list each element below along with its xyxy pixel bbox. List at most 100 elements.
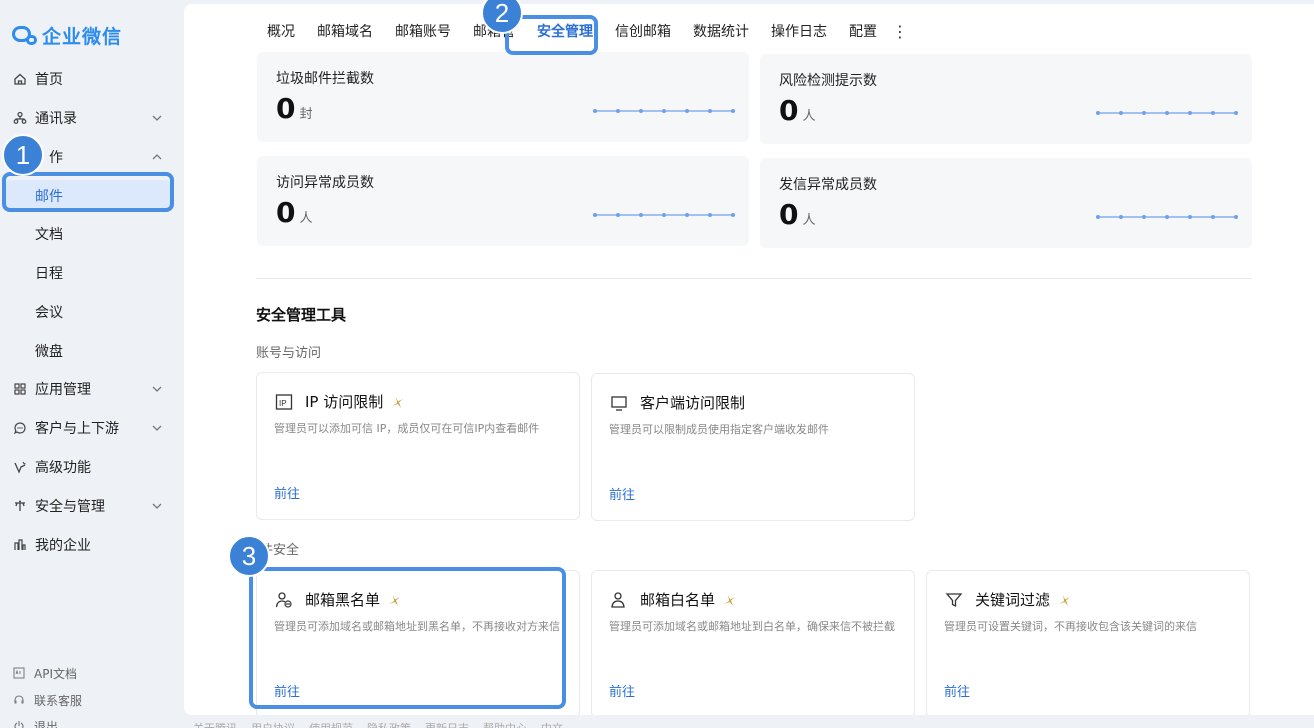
- filter-icon: [944, 590, 964, 610]
- stat-number: 0: [779, 94, 799, 127]
- sidebar-item-label: 通讯录: [35, 111, 77, 127]
- sparkline-point: [1096, 111, 1100, 115]
- sidebar-item-apps[interactable]: 应用管理: [12, 374, 172, 404]
- tab-accounts[interactable]: 邮箱账号: [384, 16, 462, 46]
- tool-description: 管理员可以添加可信 IP，成员仅可在可信IP内查看邮件: [274, 422, 540, 435]
- sparkline: [1096, 215, 1238, 219]
- stat-title: 垃圾邮件拦截数: [276, 71, 374, 87]
- sidebar-subitem-docs[interactable]: 文档: [6, 218, 170, 250]
- sparkline-point: [662, 109, 666, 113]
- ip-icon: IP: [274, 392, 294, 412]
- sidebar-item-home[interactable]: 首页: [12, 64, 172, 94]
- goto-link[interactable]: 前往: [274, 483, 300, 502]
- app-logo[interactable]: 企业微信: [12, 22, 122, 49]
- annotation-highlight-blacklist: [249, 567, 566, 709]
- security-icon: [12, 498, 28, 514]
- sparkline-point: [1211, 215, 1215, 219]
- tool-card-whitelist[interactable]: 邮箱白名单 管理员可添加域名或邮箱地址到白名单，确保来信不被拦截 前往: [591, 570, 915, 715]
- sidebar-subitem-schedule[interactable]: 日程: [6, 257, 170, 289]
- sidebar-item-advanced[interactable]: 高级功能: [12, 452, 172, 482]
- footer-links: 关于腾讯 用户协议 使用规范 隐私政策 更新日志 帮助中心 中文: [193, 720, 563, 728]
- stat-card-risk: 风险检测提示数 0人: [760, 54, 1252, 144]
- sparkline-point: [1165, 111, 1169, 115]
- tool-head: 客户端访问限制: [609, 392, 745, 413]
- tab-statistics[interactable]: 数据统计: [682, 16, 760, 46]
- sidebar-item-label: 作: [49, 150, 63, 166]
- tab-xinchuang-mail[interactable]: 信创邮箱: [604, 16, 682, 46]
- tool-card-ip-restriction[interactable]: IP IP 访问限制 管理员可以添加可信 IP，成员仅可在可信IP内查看邮件 前…: [256, 372, 580, 520]
- sparkline-point: [731, 213, 735, 217]
- stat-card-send-abnormal: 发信异常成员数 0人: [760, 158, 1252, 248]
- sidebar-item-label: 高级功能: [35, 460, 91, 476]
- chevron-down-icon[interactable]: [150, 499, 164, 513]
- chevron-down-icon[interactable]: [150, 382, 164, 396]
- annotation-badge: 1: [2, 134, 44, 176]
- sidebar-footer-support[interactable]: 联系客服: [12, 690, 82, 710]
- sidebar-item-customer[interactable]: 客户与上下游: [12, 413, 172, 443]
- apps-icon: [12, 381, 28, 397]
- goto-link[interactable]: 前往: [609, 681, 635, 700]
- stat-unit: 封: [299, 107, 313, 122]
- stat-card-access-abnormal: 访问异常成员数 0人: [257, 156, 749, 246]
- sidebar-subitem-drive[interactable]: 微盘: [6, 335, 170, 367]
- stat-value: 0人: [276, 196, 313, 229]
- tab-operation-log[interactable]: 操作日志: [760, 16, 838, 46]
- stat-value: 0人: [779, 94, 816, 127]
- tool-description: 管理员可以限制成员使用指定客户端收发邮件: [609, 423, 829, 436]
- sparkline-point: [1142, 215, 1146, 219]
- api-doc-icon: [12, 666, 26, 680]
- sparkline: [593, 109, 735, 113]
- footer-link[interactable]: 帮助中心: [483, 720, 527, 728]
- tool-name: 客户端访问限制: [640, 394, 746, 412]
- sidebar-item-label: 我的企业: [35, 538, 91, 554]
- sidebar-subitem-meeting[interactable]: 会议: [6, 296, 170, 328]
- contacts-icon: [12, 110, 28, 126]
- sparkline-point: [708, 109, 712, 113]
- sidebar-footer-logout[interactable]: 退出: [12, 716, 58, 728]
- sparkline-point: [1234, 111, 1238, 115]
- power-icon: [12, 719, 26, 728]
- sidebar-subitem-label: 文档: [35, 227, 63, 243]
- sidebar-item-label: 首页: [35, 72, 63, 88]
- section-divider: [256, 278, 1252, 279]
- tool-name: IP 访问限制: [305, 393, 384, 411]
- tool-description: 管理员可设置关键词，不再接收包含该关键词的来信: [944, 620, 1197, 633]
- tab-overview[interactable]: 概况: [256, 16, 306, 46]
- footer-link[interactable]: 中文: [541, 720, 563, 728]
- footer-link[interactable]: 用户协议: [251, 720, 295, 728]
- footer-link[interactable]: 使用规范: [309, 720, 353, 728]
- footer-link[interactable]: 隐私政策: [367, 720, 411, 728]
- tab-settings[interactable]: 配置: [838, 16, 888, 46]
- sidebar-item-label: 客户与上下游: [35, 421, 119, 437]
- chevron-down-icon[interactable]: [150, 421, 164, 435]
- tool-card-keyword-filter[interactable]: 关键词过滤 管理员可设置关键词，不再接收包含该关键词的来信 前往: [926, 570, 1250, 715]
- sparkline-point: [593, 109, 597, 113]
- sparkline-point: [731, 109, 735, 113]
- sidebar-item-enterprise[interactable]: 我的企业: [12, 530, 172, 560]
- svg-text:IP: IP: [279, 399, 287, 408]
- more-vertical-icon[interactable]: ⋮: [888, 16, 912, 46]
- sidebar-item-contacts[interactable]: 通讯录: [12, 103, 172, 133]
- monitor-icon: [609, 393, 629, 413]
- sidebar-item-security[interactable]: 安全与管理: [12, 491, 172, 521]
- footer-link[interactable]: 更新日志: [425, 720, 469, 728]
- sparkle-icon: [392, 396, 404, 408]
- chevron-down-icon[interactable]: [150, 111, 164, 125]
- goto-link[interactable]: 前往: [944, 681, 970, 700]
- tool-card-client-restriction[interactable]: 客户端访问限制 管理员可以限制成员使用指定客户端收发邮件 前往: [591, 373, 915, 521]
- sparkline-point: [1234, 215, 1238, 219]
- chevron-up-icon[interactable]: [150, 150, 164, 164]
- stat-number: 0: [276, 92, 296, 125]
- stat-title: 风险检测提示数: [779, 73, 877, 89]
- headset-icon: [12, 693, 26, 707]
- footer-link[interactable]: 关于腾讯: [193, 720, 237, 728]
- sparkline: [1096, 111, 1238, 115]
- app-title: 企业微信: [42, 26, 123, 48]
- tab-domain[interactable]: 邮箱域名: [306, 16, 384, 46]
- sidebar-item-label: 安全与管理: [35, 499, 105, 515]
- stat-title: 发信异常成员数: [779, 177, 877, 193]
- sparkline-point: [1165, 215, 1169, 219]
- sidebar-footer-api-doc[interactable]: API文档: [12, 663, 77, 683]
- goto-link[interactable]: 前往: [609, 484, 635, 503]
- sparkline-point: [616, 109, 620, 113]
